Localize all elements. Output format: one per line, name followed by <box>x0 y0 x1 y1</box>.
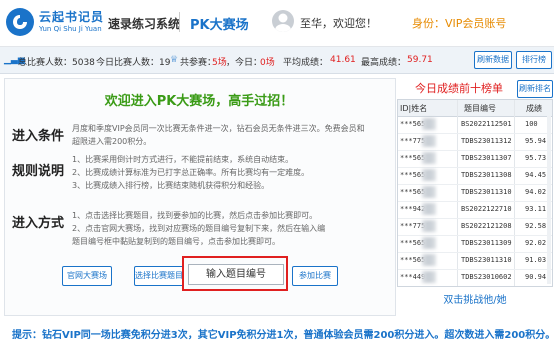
mode-line: 2、点击官网大赛场，找到对应赛场的题目编号复制下来，然后在输入编 <box>72 224 326 233</box>
row-score: 94.45 <box>525 171 547 179</box>
leaderboard-table[interactable]: ID|姓名 题目编号 成绩 ***5653 BS2022112501 100 ***7… <box>397 99 553 287</box>
stats-bar: ▁▃▅ 总比赛人数：5038 今日比赛人数：19 ♕ 共参赛： 5场 ，今日： … <box>0 47 554 74</box>
leaderboard-title: 今日成绩前十榜单 <box>415 82 503 95</box>
avg-value: 41.61 <box>330 55 356 65</box>
system-name: 速录练习系统 <box>108 17 181 31</box>
tip-bar: 提示：钻石VIP同一场比赛免积分进3次，其它VIP免积分进1次，普通体验会员需2… <box>0 316 554 346</box>
row-score: 95.94 <box>525 137 547 145</box>
refresh-data-button[interactable]: 刷新数据 <box>474 51 512 69</box>
challenge-hint: 双击挑战他/她 <box>443 295 507 306</box>
entry-conditions-text: 月度和季度VIP会员同一次比赛无条件进一次，钻石会员无条件进三次。免费会员和 超… <box>72 122 365 148</box>
entry-method-text: 1、点击选择比赛题目，找到要参加的比赛，然后点击参加比赛即可。 2、点击官网大赛… <box>72 209 325 248</box>
row-score: 92.58 <box>525 222 547 230</box>
identity-text: 身份：VIP会员账号 <box>412 17 507 30</box>
join-match-button[interactable]: 参加比赛 <box>292 266 338 286</box>
table-row[interactable]: ***5653 BS2022112501 100 <box>398 116 552 134</box>
table-row[interactable]: ***7751 BS2022121208 92.58 <box>398 218 552 236</box>
column-header: ID|姓名 <box>400 104 428 113</box>
main-title: 欢迎进入PK大赛场，高手过招！ <box>104 94 294 109</box>
row-score: 90.94 <box>525 273 547 281</box>
mode-line: 1、点击选择比赛题目，找到要参加的比赛，然后点击参加比赛即可。 <box>72 211 318 220</box>
blurred-name <box>422 237 436 249</box>
table-row[interactable]: ***9428 BS2022122710 93.11 <box>398 201 552 219</box>
row-score: 91.03 <box>525 256 547 264</box>
logo-subtext: Yun Qi Shu Ji Yuan <box>39 25 102 33</box>
row-code: TDBS23011310 <box>461 188 512 196</box>
leaderboard-header: ID|姓名 题目编号 成绩 <box>398 100 552 117</box>
leaderboard-scrollbar[interactable] <box>547 116 551 284</box>
total-participants: 总比赛人数：5038 <box>18 58 95 68</box>
blurred-name <box>422 135 436 147</box>
table-row[interactable]: ***7751 TDBS23011312 95.94 <box>398 133 552 151</box>
rules-line: 1、比赛采用倒计时方式进行，不能提前结束，系统自动结束。 <box>72 155 294 164</box>
blurred-name <box>422 152 436 164</box>
logo-text: 云起书记员 <box>39 10 105 24</box>
rules-line: 2、比赛成绩计算标准为已打字总正确率。所有比赛均有一定难度。 <box>72 168 310 177</box>
rules-text: 1、比赛采用倒计时方式进行，不能提前结束，系统自动结束。 2、比赛成绩计算标准为… <box>72 153 309 192</box>
header-divider <box>179 12 180 32</box>
rules-label: 规则说明 <box>12 164 65 179</box>
blurred-name <box>422 220 436 232</box>
leaderboard-button[interactable]: 排行榜 <box>516 51 552 69</box>
blurred-name <box>422 118 436 130</box>
table-row[interactable]: ***5653 TDBS23011308 94.45 <box>398 167 552 185</box>
today-count: 0场 <box>260 58 275 68</box>
rules-line: 3、比赛成绩入排行榜，比赛结束随机获得积分和经验。 <box>72 181 270 190</box>
entry-line: 月度和季度VIP会员同一次比赛无条件进一次，钻石会员无条件进三次。免费会员和 <box>72 124 365 133</box>
table-row[interactable]: ***5653 TDBS23011309 92.02 <box>398 235 552 253</box>
row-code: BS2022112501 <box>461 120 512 128</box>
avg-label: 平均成绩： <box>283 58 329 68</box>
entry-conditions-label: 进入条件 <box>12 129 65 144</box>
row-code: BS2022122710 <box>461 205 512 213</box>
today-count-label: ，今日： <box>226 58 263 68</box>
total-count: 5场 <box>212 58 227 68</box>
column-header: 题目编号 <box>464 104 496 113</box>
row-score: 92.02 <box>525 239 547 247</box>
blurred-name <box>422 186 436 198</box>
table-row[interactable]: ***5653 TDBS23011310 94.02 <box>398 184 552 202</box>
row-code: TDBS23011307 <box>461 154 512 162</box>
row-score: 93.11 <box>525 205 547 213</box>
question-number-input[interactable]: 输入题目编号 <box>188 264 284 285</box>
blurred-name <box>422 203 436 215</box>
app-header: 云起书记员 Yun Qi Shu Ji Yuan 速录练习系统 PK大赛场 至华… <box>0 0 554 47</box>
column-header: 成绩 <box>526 104 542 113</box>
row-code: TDBS23011308 <box>461 171 512 179</box>
row-code: BS2022121208 <box>461 222 512 230</box>
row-code: TDBS23011309 <box>461 239 512 247</box>
blurred-name <box>422 271 436 283</box>
logo-icon <box>6 8 34 36</box>
total-count-label: 共参赛： <box>180 58 217 68</box>
row-code: TDBS23011312 <box>461 137 512 145</box>
table-row[interactable]: ***4490 TDBS23010602 90.94 <box>398 269 552 286</box>
table-row[interactable]: ***5653 TDBS23011310 91.03 <box>398 252 552 270</box>
tip-text: 提示：钻石VIP同一场比赛免积分进3次，其它VIP免积分进1次，普通体验会员需2… <box>12 330 554 341</box>
refresh-rank-button[interactable]: 刷新排名 <box>517 80 553 98</box>
best-value: 59.71 <box>407 55 433 65</box>
row-code: TDBS23010602 <box>461 273 512 281</box>
entry-method-label: 进入方式 <box>12 216 65 231</box>
entry-line: 超限进入需200积分。 <box>72 137 152 146</box>
avatar[interactable] <box>272 10 294 32</box>
question-input-highlight: 输入题目编号 <box>182 256 288 291</box>
blurred-name <box>422 169 436 181</box>
today-participants: 今日比赛人数：19 <box>96 58 171 68</box>
row-score: 94.02 <box>525 188 547 196</box>
row-code: TDBS23011310 <box>461 256 512 264</box>
row-score: 95.73 <box>525 154 547 162</box>
official-arena-button[interactable]: 官网大赛场 <box>62 266 112 286</box>
select-question-button[interactable]: 选择比赛题目 <box>134 266 184 286</box>
mode-line: 题目编号框中黏贴复制到的题目编号，点击参加比赛即可。 <box>72 237 280 246</box>
page-title: PK大赛场 <box>190 18 249 33</box>
blurred-name <box>422 254 436 266</box>
row-score: 100 <box>525 120 538 128</box>
best-label: 最高成绩： <box>361 58 407 68</box>
welcome-text: 至华，欢迎您！ <box>300 17 377 30</box>
table-row[interactable]: ***5653 TDBS23011307 95.73 <box>398 150 552 168</box>
trophy-icon: ♕ <box>170 55 179 65</box>
